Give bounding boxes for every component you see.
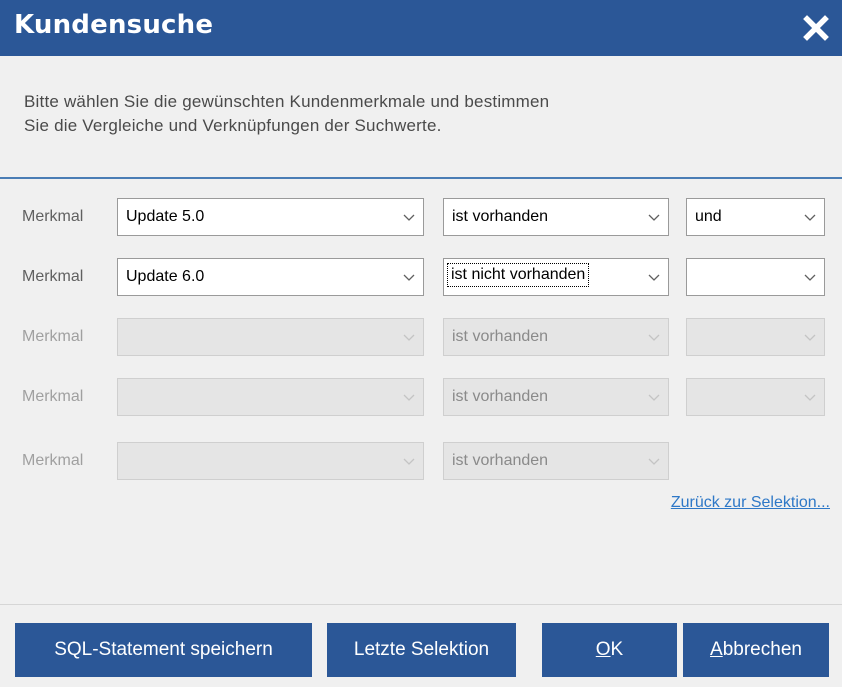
ok-accelerator: O <box>595 639 611 660</box>
comparison-select[interactable]: ist vorhanden <box>443 198 669 236</box>
comparison-select[interactable]: ist vorhanden <box>443 318 669 356</box>
merkmal-label: Merkmal <box>22 328 84 345</box>
ok-label-rest: K <box>610 639 624 660</box>
chevron-down-icon <box>804 214 816 222</box>
comparison-select-value: ist vorhanden <box>452 452 549 469</box>
instruction-text: Bitte wählen Sie die gewünschten Kundenm… <box>24 90 784 138</box>
merkmal-select[interactable] <box>117 442 424 480</box>
chevron-down-icon <box>804 334 816 342</box>
instruction-line-1: Bitte wählen Sie die gewünschten Kundenm… <box>24 92 550 111</box>
merkmal-label: Merkmal <box>22 388 84 405</box>
title-bar: Kundensuche <box>0 0 842 56</box>
instruction-line-2: Sie die Vergleiche und Verknüpfungen der… <box>24 116 442 135</box>
chevron-down-icon <box>403 274 415 282</box>
criteria-row-2: Merkmal Update 6.0 ist nicht vorhanden <box>0 258 842 298</box>
chevron-down-icon <box>804 394 816 402</box>
instruction-panel: Bitte wählen Sie die gewünschten Kundenm… <box>0 56 842 179</box>
close-icon[interactable] <box>796 8 836 48</box>
last-selection-button[interactable]: Letzte Selektion <box>327 623 516 677</box>
link-operator-select[interactable] <box>686 378 825 416</box>
link-operator-select[interactable] <box>686 318 825 356</box>
cancel-label-rest: bbrechen <box>722 639 802 660</box>
ok-button[interactable]: OK <box>542 623 677 677</box>
cancel-accelerator: A <box>710 639 723 660</box>
link-operator-value: und <box>695 208 722 225</box>
merkmal-select[interactable]: Update 5.0 <box>117 198 424 236</box>
merkmal-select-value: Update 5.0 <box>126 208 205 225</box>
chevron-down-icon <box>648 394 660 402</box>
chevron-down-icon <box>648 274 660 282</box>
merkmal-label: Merkmal <box>22 268 84 285</box>
comparison-select-value: ist nicht vorhanden <box>446 263 590 287</box>
comparison-select[interactable]: ist nicht vorhanden <box>443 258 669 296</box>
merkmal-label: Merkmal <box>22 208 84 225</box>
chevron-down-icon <box>648 334 660 342</box>
chevron-down-icon <box>403 214 415 222</box>
chevron-down-icon <box>403 394 415 402</box>
back-to-selection-link[interactable]: Zurück zur Selektion... <box>671 494 830 512</box>
customer-search-dialog: Kundensuche Bitte wählen Sie die gewünsc… <box>0 0 842 687</box>
chevron-down-icon <box>804 274 816 282</box>
dialog-title: Kundensuche <box>14 10 214 40</box>
merkmal-label: Merkmal <box>22 452 84 469</box>
criteria-row-4: Merkmal ist vorhanden <box>0 378 842 418</box>
merkmal-select-value: Update 6.0 <box>126 268 205 285</box>
cancel-button[interactable]: Abbrechen <box>683 623 829 677</box>
comparison-select-value: ist vorhanden <box>452 388 549 405</box>
comparison-select[interactable]: ist vorhanden <box>443 378 669 416</box>
criteria-row-3: Merkmal ist vorhanden <box>0 318 842 358</box>
link-operator-select[interactable]: und <box>686 198 825 236</box>
footer-divider <box>0 604 842 605</box>
criteria-row-1: Merkmal Update 5.0 ist vorhanden und <box>0 198 842 238</box>
comparison-select[interactable]: ist vorhanden <box>443 442 669 480</box>
chevron-down-icon <box>403 458 415 466</box>
criteria-row-5: Merkmal ist vorhanden <box>0 442 842 482</box>
link-operator-select[interactable] <box>686 258 825 296</box>
chevron-down-icon <box>648 458 660 466</box>
merkmal-select[interactable] <box>117 318 424 356</box>
chevron-down-icon <box>403 334 415 342</box>
merkmal-select[interactable]: Update 6.0 <box>117 258 424 296</box>
merkmal-select[interactable] <box>117 378 424 416</box>
comparison-select-value: ist vorhanden <box>452 328 549 345</box>
chevron-down-icon <box>648 214 660 222</box>
save-sql-statement-button[interactable]: SQL-Statement speichern <box>15 623 312 677</box>
comparison-select-value: ist vorhanden <box>452 208 549 225</box>
